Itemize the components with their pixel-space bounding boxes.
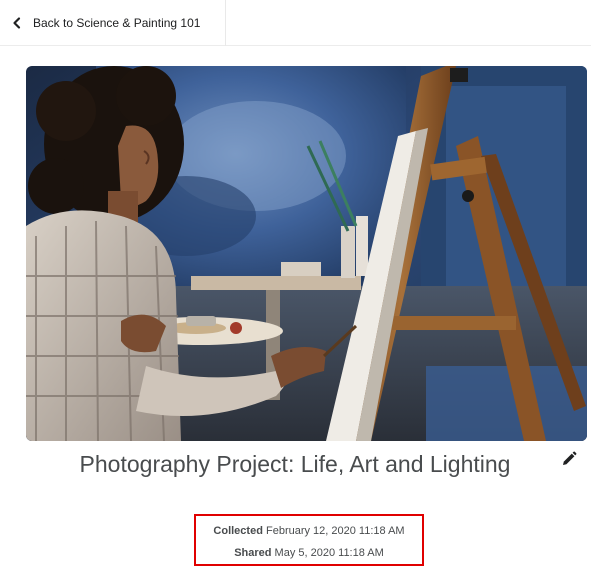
page-title: Photography Project: Life, Art and Light… [79,451,511,477]
hero-image [26,66,587,441]
highlighted-dates-box: Collected February 12, 2020 11:18 AM Sha… [194,514,424,566]
back-to-course-link[interactable]: Back to Science & Painting 101 [0,0,226,46]
collected-label: Collected [213,525,263,537]
shared-date: Shared May 5, 2020 11:18 AM [196,547,422,559]
top-navigation-bar: Back to Science & Painting 101 [0,0,591,46]
portfolio-item-page: Back to Science & Painting 101 Photograp… [0,0,591,567]
chevron-left-icon [10,16,24,30]
back-link-label: Back to Science & Painting 101 [33,16,201,30]
collected-value: February 12, 2020 11:18 AM [265,525,405,537]
edit-button[interactable] [558,450,580,472]
collected-date: Collected February 12, 2020 11:18 AM [196,525,422,537]
pencil-icon [561,451,577,472]
shared-label: Shared [234,547,272,559]
shared-value: May 5, 2020 11:18 AM [274,547,384,559]
